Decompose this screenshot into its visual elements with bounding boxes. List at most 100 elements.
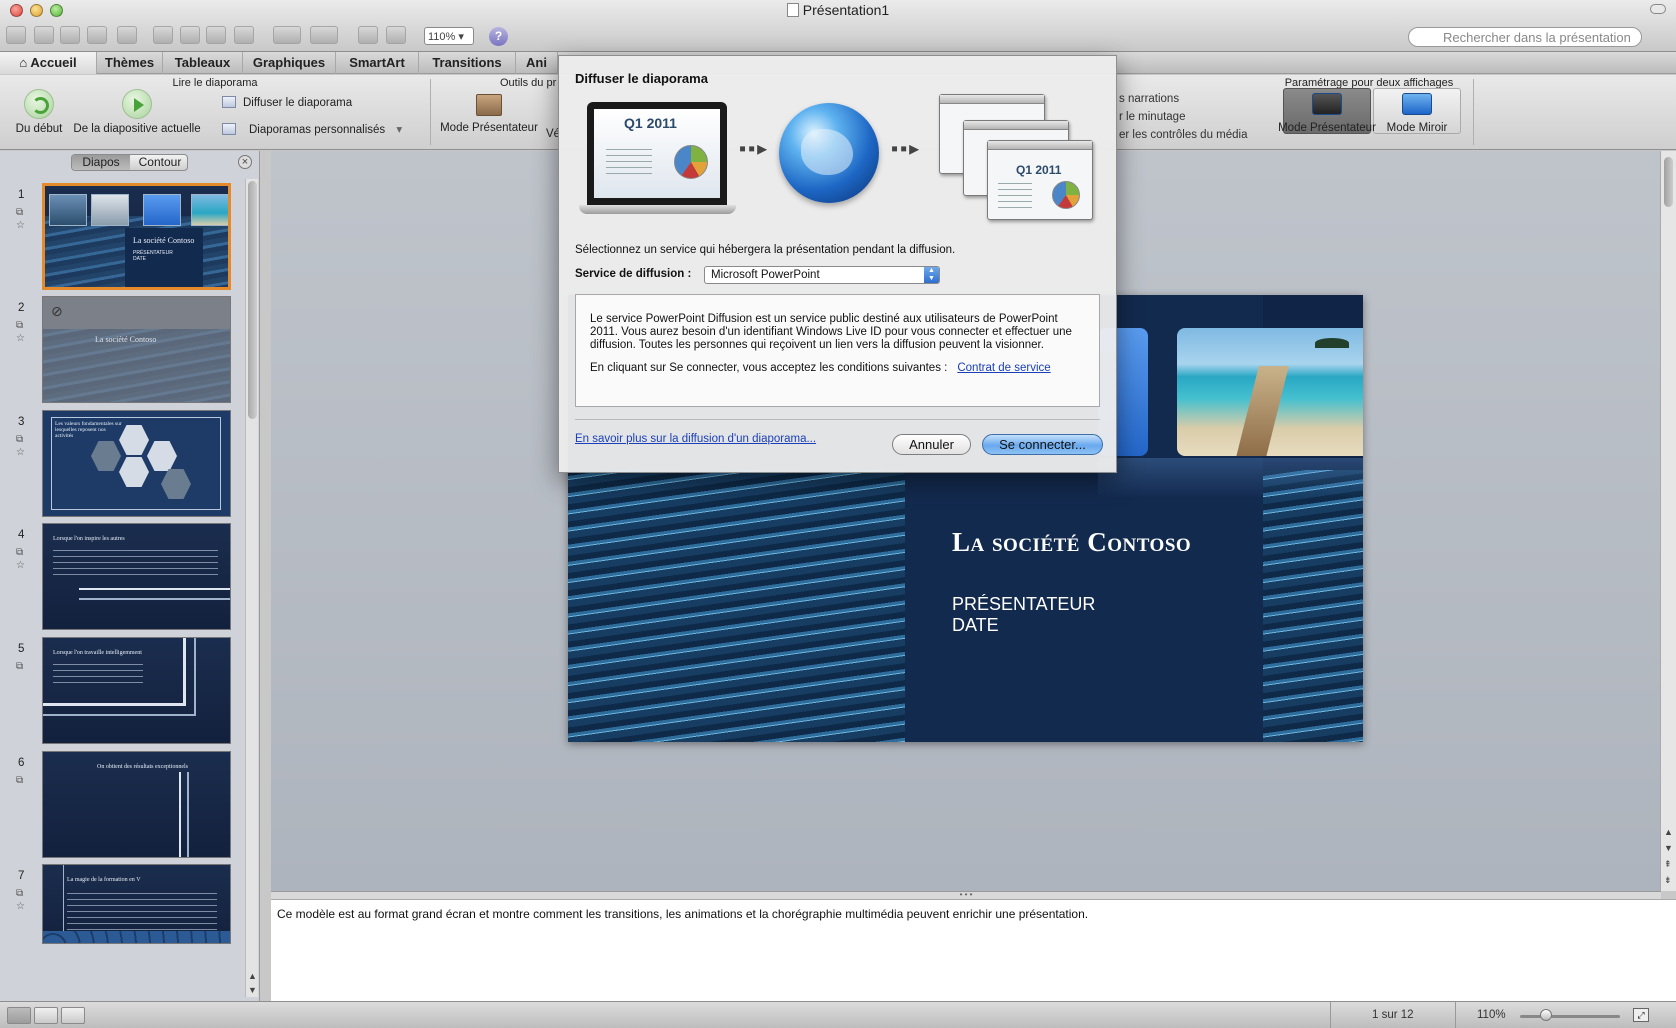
rehearse-timings-button[interactable]: r le minutage <box>1119 111 1185 123</box>
thumb-subtitle: PRÉSENTATEUR DATE <box>133 250 173 262</box>
scroll-up-arrow-icon[interactable]: ▲ <box>248 971 257 981</box>
from-current-slide-button[interactable]: De la diapositive actuelle <box>72 89 202 135</box>
fit-to-window-icon[interactable]: ⤢ <box>1633 1008 1649 1022</box>
broadcast-slideshow-button[interactable]: Diffuser le diaporama <box>222 96 352 109</box>
help-icon[interactable]: ? <box>489 27 508 46</box>
beach-pier-photo[interactable] <box>1177 328 1363 456</box>
slide-thumbnail-image: La société Contoso PRÉSENTATEUR DATE <box>42 183 231 290</box>
scrollbar-thumb[interactable] <box>1664 157 1673 207</box>
redo-icon[interactable] <box>310 26 338 44</box>
slideshow-view-button[interactable] <box>61 1007 85 1024</box>
divider <box>430 79 431 145</box>
slide-subtitle[interactable]: PRÉSENTATEUR DATE <box>952 594 1095 636</box>
service-info-box: Le service PowerPoint Diffusion est un s… <box>575 294 1100 407</box>
service-label: Service de diffusion : <box>575 268 692 280</box>
thumb-title: Les valeurs fondamentales sur lesquelles… <box>55 421 122 439</box>
slides-pane-scrollbar[interactable]: ▲ ▼ <box>245 179 258 997</box>
illustration-label: Q1 2011 <box>1016 163 1062 177</box>
new-document-icon[interactable] <box>6 26 26 44</box>
open-icon[interactable] <box>60 26 80 44</box>
presenter-mode-label: Mode Présentateur <box>440 122 538 134</box>
learn-more-link[interactable]: En savoir plus sur la diffusion d'un dia… <box>575 433 816 445</box>
paste-icon[interactable] <box>206 26 226 44</box>
undo-icon[interactable] <box>273 26 301 44</box>
tab-charts[interactable]: Graphiques <box>243 52 336 74</box>
gallery-icon[interactable] <box>386 26 406 44</box>
connect-button[interactable]: Se connecter... <box>982 434 1103 455</box>
format-painter-icon[interactable] <box>234 26 254 44</box>
slide-transition-icon: ⧉ <box>16 661 24 672</box>
slide-thumbnail-4[interactable]: 4 ⧉ ☆ Lorsque l'on inspire les autres <box>10 523 235 641</box>
dialog-title: Diffuser le diaporama <box>575 71 708 86</box>
save-icon[interactable] <box>87 26 107 44</box>
presenter-icon <box>476 94 502 116</box>
slide-sorter-button[interactable] <box>34 1007 58 1024</box>
tab-home-label: Accueil <box>30 55 77 70</box>
close-pane-icon[interactable]: × <box>238 155 252 169</box>
custom-shows-button[interactable]: Diaporamas personnalisés ▾ <box>222 122 402 136</box>
presenter-monitor-icon <box>1312 93 1342 115</box>
slide-number: 4 <box>18 529 25 541</box>
thumb-title: La société Contoso <box>95 335 157 344</box>
record-narrations-button[interactable]: s narrations <box>1119 93 1179 105</box>
group-title-play: Lire le diaporama <box>172 77 258 89</box>
slide-title[interactable]: La société Contoso <box>952 527 1191 558</box>
insert-slide-icon[interactable] <box>358 26 378 44</box>
scroll-down-arrow-icon[interactable]: ▼ <box>1664 843 1673 853</box>
tab-tables[interactable]: Tableaux <box>163 52 243 74</box>
previous-slide-icon[interactable]: ⇞ <box>1664 859 1672 870</box>
editor-scrollbar[interactable]: ▲ ▼ ⇞ ⇟ <box>1660 151 1676 891</box>
copy-icon[interactable] <box>180 26 200 44</box>
toolbar-toggle-button[interactable] <box>1650 4 1666 14</box>
tab-slides[interactable]: Diapos <box>72 155 130 170</box>
arrow-dots-icon: ▪▪▸ <box>739 138 770 160</box>
zoom-slider[interactable] <box>1520 1015 1620 1018</box>
cancel-button[interactable]: Annuler <box>892 434 971 455</box>
slide-thumbnail-5[interactable]: 5 ⧉ Lorsque l'on travaille intelligemmen… <box>10 637 235 755</box>
slide-thumbnail-3[interactable]: 3 ⧉ ☆ Les valeurs fondamentales sur lesqu… <box>10 410 235 528</box>
zoom-select[interactable]: 110% ▾ <box>424 27 474 45</box>
divider <box>1473 79 1474 145</box>
zoom-percentage: 110% <box>1477 1009 1506 1021</box>
notes-resize-handle[interactable]: • • • <box>271 891 1661 899</box>
slide-thumbnail-image: ⊘ La société Contoso <box>42 296 231 403</box>
dual-display-group: Paramétrage pour deux affichages Mode Pr… <box>1278 75 1461 149</box>
scrollbar-thumb[interactable] <box>248 181 257 419</box>
divider <box>575 419 1100 420</box>
templates-icon[interactable] <box>34 26 54 44</box>
pane-view-toggle: Diapos Contour <box>71 154 188 171</box>
slide-transition-icon: ⧉ <box>16 775 24 786</box>
mirror-mode-label: Mode Miroir <box>1386 122 1448 134</box>
scroll-up-arrow-icon[interactable]: ▲ <box>1664 827 1673 837</box>
group-title-presenter-tools: Outils du pr <box>500 77 557 89</box>
scroll-down-arrow-icon[interactable]: ▼ <box>248 985 257 995</box>
tab-transitions[interactable]: Transitions <box>419 52 516 74</box>
tab-themes[interactable]: Thèmes <box>97 52 163 74</box>
service-contract-link[interactable]: Contrat de service <box>957 362 1050 374</box>
search-input[interactable]: Rechercher dans la présentation <box>1408 27 1642 47</box>
zoom-slider-knob[interactable] <box>1540 1009 1552 1021</box>
thumb-title: La magie de la formation en V <box>67 877 141 883</box>
slide-thumbnail-1[interactable]: 1 ⧉ ☆ La société Contoso PRÉSENTATEUR DAT… <box>10 183 235 301</box>
slide-number: 1 <box>18 189 25 201</box>
tab-home[interactable]: ⌂ Accueil <box>0 52 97 74</box>
tab-smartart[interactable]: SmartArt <box>336 52 419 74</box>
notes-pane[interactable]: Ce modèle est au format grand écran et m… <box>271 899 1676 1001</box>
tab-outline[interactable]: Contour <box>131 155 187 170</box>
slide-thumbnail-image: Les valeurs fondamentales sur lesquelles… <box>42 410 231 517</box>
print-icon[interactable] <box>117 26 137 44</box>
cut-icon[interactable] <box>153 26 173 44</box>
tab-animations[interactable]: Ani <box>516 52 558 74</box>
service-select[interactable]: Microsoft PowerPoint ▲ ▼ <box>704 266 940 284</box>
normal-view-button[interactable] <box>7 1007 31 1024</box>
slide-number: 3 <box>18 416 25 428</box>
next-slide-icon[interactable]: ⇟ <box>1664 875 1672 886</box>
service-info-text: Le service PowerPoint Diffusion est un s… <box>590 313 1072 351</box>
presenter-mode-button[interactable]: Mode Présentateur <box>440 94 538 134</box>
media-controls-button[interactable]: er les contrôles du média <box>1119 129 1247 141</box>
slide-thumbnail-6[interactable]: 6 ⧉ On obtient des résultats exceptionne… <box>10 751 235 869</box>
slide-thumbnail-7[interactable]: 7 ⧉ ☆ La magie de la formation en V <box>10 864 235 982</box>
from-start-button[interactable]: Du début <box>12 89 66 135</box>
water-photo <box>1263 470 1363 742</box>
slide-thumbnail-2[interactable]: 2 ⧉ ☆ ⊘ La société Contoso <box>10 296 235 414</box>
